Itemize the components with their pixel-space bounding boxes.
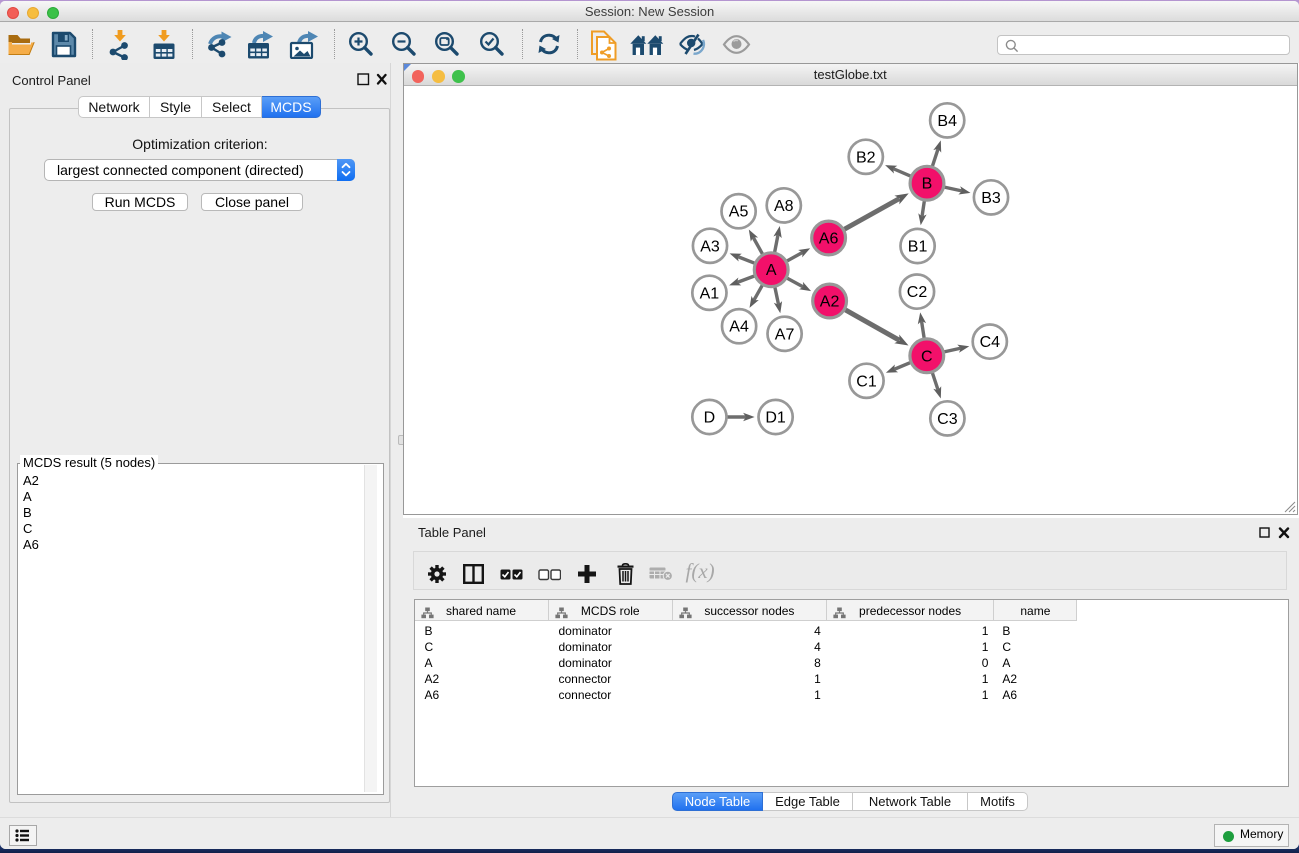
- svg-text:B4: B4: [937, 113, 957, 130]
- svg-text:D: D: [704, 410, 716, 427]
- svg-text:B2: B2: [856, 149, 876, 166]
- svg-text:A7: A7: [775, 326, 795, 343]
- svg-text:A: A: [766, 262, 777, 279]
- svg-text:A4: A4: [729, 319, 749, 336]
- svg-text:A1: A1: [700, 285, 720, 302]
- svg-text:D1: D1: [765, 410, 786, 427]
- svg-text:C4: C4: [980, 334, 1001, 351]
- svg-text:B: B: [922, 176, 933, 193]
- svg-text:C: C: [921, 348, 933, 365]
- svg-text:A6: A6: [819, 231, 839, 248]
- svg-text:A5: A5: [729, 204, 749, 221]
- svg-text:A3: A3: [700, 238, 720, 255]
- svg-text:C3: C3: [937, 411, 958, 428]
- svg-text:A8: A8: [774, 198, 794, 215]
- svg-text:B1: B1: [908, 239, 928, 256]
- svg-text:C1: C1: [856, 373, 877, 390]
- svg-text:A2: A2: [820, 294, 840, 311]
- svg-text:C2: C2: [907, 284, 928, 301]
- svg-text:B3: B3: [981, 190, 1001, 207]
